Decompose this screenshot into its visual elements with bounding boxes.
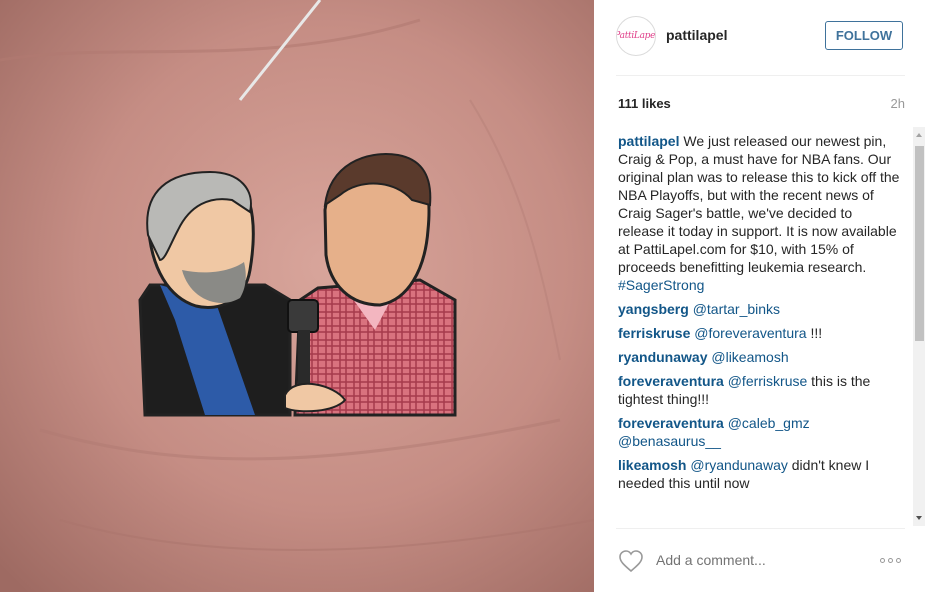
comment-mention[interactable]: @ferriskruse — [728, 373, 808, 389]
more-options-icon[interactable] — [880, 558, 901, 563]
list-item: ferriskruse @foreveraventura !!! — [618, 324, 900, 342]
list-item: likeamosh @ryandunaway didn't knew I nee… — [618, 456, 900, 492]
comment-list[interactable]: pattilapel We just released our newest p… — [618, 132, 900, 524]
scroll-down-arrow-icon[interactable] — [916, 516, 922, 520]
author-username[interactable]: pattilapel — [666, 27, 727, 43]
scroll-up-arrow-icon[interactable] — [916, 133, 922, 137]
post-photo — [0, 0, 594, 592]
list-item: yangsberg @tartar_binks — [618, 300, 900, 318]
like-count[interactable]: 111 likes — [618, 96, 671, 111]
divider — [616, 75, 905, 76]
heart-icon[interactable] — [618, 549, 644, 573]
comment-mention[interactable]: @likeamosh — [711, 349, 788, 365]
comment-username[interactable]: yangsberg — [618, 301, 689, 317]
comment-mention[interactable]: @tartar_binks — [693, 301, 780, 317]
comment-username[interactable]: ryandunaway — [618, 349, 707, 365]
avatar-logo-text: PattiLapel — [616, 31, 656, 41]
comment-text-after: !!! — [806, 325, 823, 341]
enamel-pin-photo — [0, 0, 594, 592]
comment-mention[interactable]: @ryandunaway — [690, 457, 788, 473]
post-header: PattiLapel pattilapel FOLLOW — [594, 0, 925, 76]
list-item: foreveraventura @caleb_gmz @benasaurus__ — [618, 414, 900, 450]
divider — [616, 528, 905, 529]
comment-username[interactable]: foreveraventura — [618, 415, 724, 431]
post-timestamp[interactable]: 2h — [891, 96, 905, 111]
comment-username[interactable]: likeamosh — [618, 457, 686, 473]
list-item: ryandunaway @likeamosh — [618, 348, 900, 366]
comment-hashtag[interactable]: #SagerStrong — [618, 277, 704, 293]
avatar[interactable]: PattiLapel — [616, 16, 656, 56]
post-details-panel: PattiLapel pattilapel FOLLOW 111 likes 2… — [594, 0, 925, 592]
list-item: pattilapel We just released our newest p… — [618, 132, 900, 294]
comment-username[interactable]: foreveraventura — [618, 373, 724, 389]
list-item: foreveraventura @ferriskruse this is the… — [618, 372, 900, 408]
add-comment-input[interactable]: Add a comment... — [656, 552, 766, 568]
comment-mention[interactable]: @foreveraventura — [694, 325, 806, 341]
scrollbar-thumb[interactable] — [915, 146, 924, 341]
comment-text: We just released our newest pin, Craig &… — [618, 133, 900, 275]
comment-username[interactable]: pattilapel — [618, 133, 679, 149]
comment-username[interactable]: ferriskruse — [618, 325, 690, 341]
follow-button[interactable]: FOLLOW — [825, 21, 903, 50]
